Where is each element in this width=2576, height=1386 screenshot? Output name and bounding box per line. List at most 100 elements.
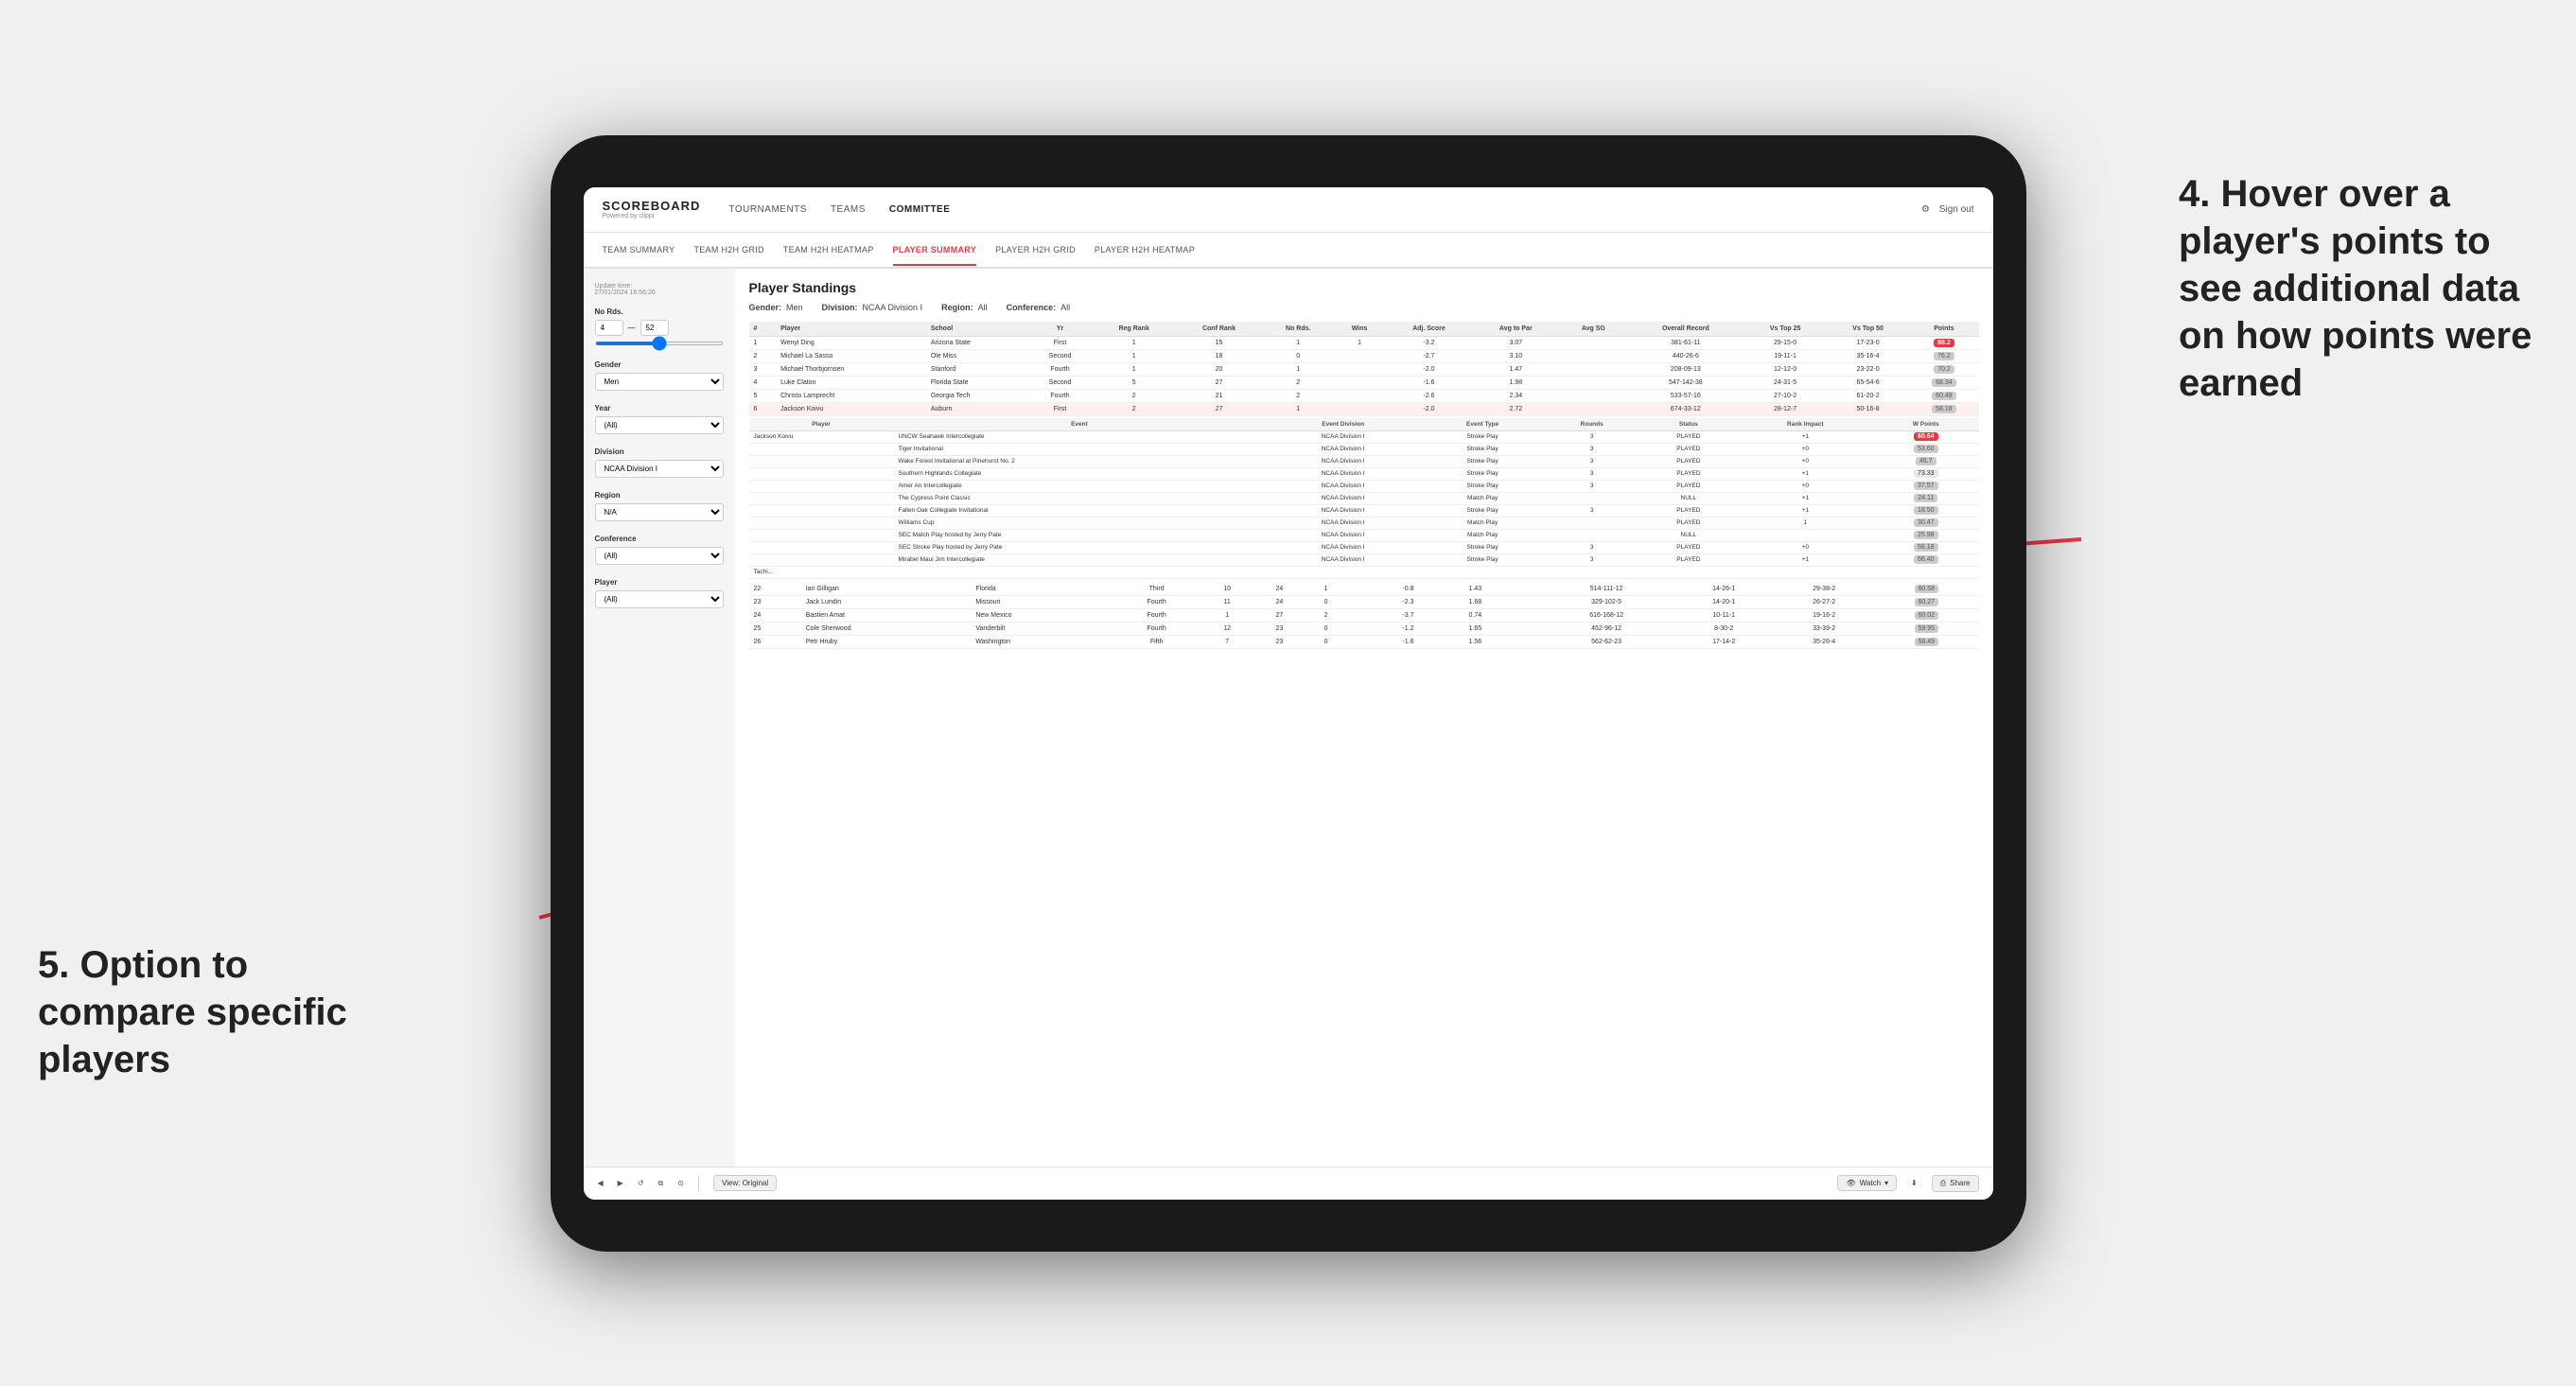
sub-nav-player-h2h-heatmap[interactable]: PLAYER H2H HEATMAP (1095, 236, 1195, 266)
col-school: School (926, 322, 1027, 337)
col-adj-score: Adj. Score (1386, 322, 1473, 337)
tooltip-col-event-div: Event Division (1265, 418, 1421, 431)
history-button[interactable]: ⊙ (677, 1179, 684, 1187)
logo-text: SCOREBOARD (603, 199, 701, 213)
table-row-highlighted: 6 Jackson Koivu Auburn First 2 27 1 -2.0… (749, 402, 1979, 415)
table-row: 25 Cole Sherwood Vanderbilt Fourth 12 23… (749, 622, 1979, 635)
share-button[interactable]: ⎙ Share (1932, 1175, 1979, 1192)
table-title: Player Standings (749, 280, 1979, 295)
bottom-toolbar: ◀ ▶ ↺ ⧉ ⊙ View: Original 👁 Watch ▾ ⬇ (584, 1167, 1993, 1200)
region-select[interactable]: N/A (595, 503, 724, 521)
year-select[interactable]: (All) (595, 416, 724, 434)
logo-sub: Powered by clippi (603, 213, 701, 219)
sub-nav-player-h2h-grid[interactable]: PLAYER H2H GRID (995, 236, 1076, 266)
col-overall: Overall Record (1627, 322, 1744, 337)
share-label: Share (1950, 1179, 1970, 1187)
refresh-button[interactable]: ↺ (638, 1179, 644, 1187)
main-content: Update time: 27/01/2024 16:56:26 No Rds.… (584, 269, 1993, 1167)
filter-gender: Gender: Men (749, 303, 803, 312)
watch-label: Watch (1860, 1179, 1881, 1187)
conference-select[interactable]: (All) (595, 547, 724, 565)
tooltip-row: Southern Highlands Collegiate NCAA Divis… (749, 467, 1979, 480)
download-icon: ⬇ (1911, 1179, 1918, 1187)
col-yr: Yr (1027, 322, 1093, 337)
no-rds-label: No Rds. (595, 307, 724, 316)
sub-nav-team-summary[interactable]: TEAM SUMMARY (603, 236, 675, 266)
tooltip-row: Amer An Intercollegiate NCAA Division I … (749, 480, 1979, 492)
col-avg-sg: Avg SG (1559, 322, 1627, 337)
filter-conference: Conference: All (1007, 303, 1071, 312)
table-header-row: # Player School Yr Reg Rank Conf Rank No… (749, 322, 1979, 337)
chevron-down-icon: ▾ (1884, 1179, 1888, 1187)
region-label: Region (595, 491, 724, 500)
copy-button[interactable]: ⧉ (658, 1179, 664, 1188)
sub-nav: TEAM SUMMARY TEAM H2H GRID TEAM H2H HEAT… (584, 233, 1993, 269)
sidebar-gender: Gender Men (595, 360, 724, 391)
col-player: Player (776, 322, 926, 337)
tablet-screen: SCOREBOARD Powered by clippi TOURNAMENTS… (584, 187, 1993, 1200)
back-button[interactable]: ◀ (598, 1179, 604, 1187)
tooltip-col-status: Status (1639, 418, 1738, 431)
sub-nav-team-h2h-grid[interactable]: TEAM H2H GRID (693, 236, 763, 266)
player-select[interactable]: (All) (595, 590, 724, 608)
division-label: Division (595, 447, 724, 456)
sub-nav-team-h2h-heatmap[interactable]: TEAM H2H HEATMAP (783, 236, 874, 266)
nav-tournaments[interactable]: TOURNAMENTS (728, 201, 807, 219)
tablet-frame: SCOREBOARD Powered by clippi TOURNAMENTS… (551, 135, 2026, 1252)
download-button[interactable]: ⬇ (1911, 1179, 1918, 1187)
sign-out-link[interactable]: Sign out (1939, 204, 1974, 215)
table-row: 22 Ian Gilligan Florida Third 10 24 1 -0… (749, 583, 1979, 596)
tooltip-col-player: Player (749, 418, 894, 431)
table-row: 1 Wenyi Ding Arizona State First 1 15 1 … (749, 336, 1979, 349)
tooltip-row: SEC Match Play hosted by Jerry Pate NCAA… (749, 529, 1979, 541)
tooltip-col-event: Event (893, 418, 1265, 431)
col-vs-top25: Vs Top 25 (1744, 322, 1826, 337)
col-reg-rank: Reg Rank (1093, 322, 1175, 337)
col-wins: Wins (1334, 322, 1386, 337)
gender-select[interactable]: Men (595, 373, 724, 391)
eye-icon: 👁 (1846, 1179, 1855, 1187)
tooltip-table-container: Player Event Event Division Event Type R… (749, 418, 1979, 579)
table-area: Player Standings Gender: Men Division: N… (735, 269, 1993, 1167)
forward-button[interactable]: ▶ (618, 1179, 623, 1187)
no-rds-slider[interactable] (595, 342, 724, 345)
view-original-button[interactable]: View: Original (713, 1175, 777, 1191)
col-conf-rank: Conf Rank (1175, 322, 1263, 337)
annotation-top-right: 4. Hover over a player's points to see a… (2179, 170, 2538, 407)
col-points: Points (1909, 322, 1978, 337)
nav-bar: SCOREBOARD Powered by clippi TOURNAMENTS… (584, 187, 1993, 233)
tooltip-events-table: Player Event Event Division Event Type R… (749, 418, 1979, 579)
col-no-rds: No Rds. (1263, 322, 1334, 337)
toolbar-separator (698, 1176, 699, 1191)
tooltip-header-row: Player Event Event Division Event Type R… (749, 418, 1979, 431)
gender-label: Gender (595, 360, 724, 369)
standings-table: # Player School Yr Reg Rank Conf Rank No… (749, 322, 1979, 416)
tooltip-row: Williams Cup NCAA Division I Match Play … (749, 517, 1979, 529)
sidebar: Update time: 27/01/2024 16:56:26 No Rds.… (584, 269, 735, 1167)
outer-container: 4. Hover over a player's points to see a… (0, 0, 2576, 1386)
annotation-bottom-left: 5. Option to compare specific players (38, 941, 359, 1083)
share-icon: ⎙ (1940, 1179, 1946, 1188)
no-rds-max-input[interactable] (640, 320, 669, 336)
view-label: View: Original (722, 1179, 768, 1187)
tooltip-row: Jackson Koivu UNCW Seahawk Intercollegia… (749, 430, 1979, 443)
table-row: 4 Luke Claton Florida State Second 5 27 … (749, 376, 1979, 389)
tooltip-row: Tiger Invitational NCAA Division I Strok… (749, 443, 1979, 455)
col-avg-to-par: Avg to Par (1472, 322, 1559, 337)
watch-button[interactable]: 👁 Watch ▾ (1837, 1175, 1897, 1191)
player-label: Player (595, 578, 724, 587)
tooltip-col-event-type: Event Type (1421, 418, 1544, 431)
sidebar-player: Player (All) (595, 578, 724, 608)
tooltip-col-w-points: W Points (1873, 418, 1978, 431)
division-select[interactable]: NCAA Division I (595, 460, 724, 478)
nav-teams[interactable]: TEAMS (831, 201, 866, 219)
tooltip-row: Wake Forest Invitational at Pinehurst No… (749, 455, 1979, 467)
nav-committee[interactable]: COMMITTEE (889, 201, 951, 219)
standings-bottom-table: 22 Ian Gilligan Florida Third 10 24 1 -0… (749, 583, 1979, 649)
tooltip-row: The Cypress Point Classic NCAA Division … (749, 492, 1979, 504)
table-row: 2 Michael La Sasso Ole Miss Second 1 18 … (749, 349, 1979, 362)
conference-label: Conference (595, 535, 724, 543)
tooltip-row: Mirabel Maui Jim Intercollegiate NCAA Di… (749, 553, 1979, 566)
no-rds-min-input[interactable] (595, 320, 623, 336)
sub-nav-player-summary[interactable]: PLAYER SUMMARY (893, 236, 977, 266)
